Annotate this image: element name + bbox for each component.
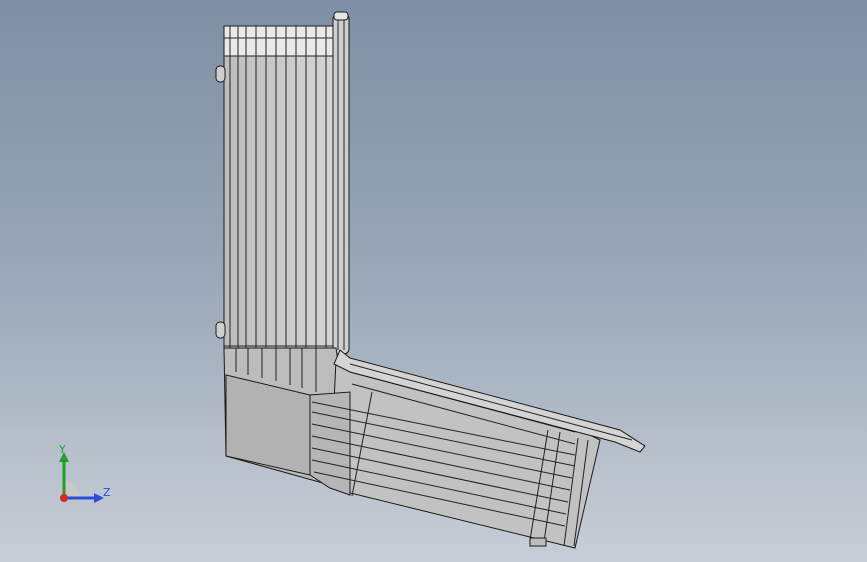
model-view[interactable] <box>0 0 867 562</box>
y-axis-label: Y <box>58 443 66 456</box>
angled-leg <box>309 349 646 549</box>
z-axis-label: Z <box>103 486 111 499</box>
x-axis-origin-dot <box>60 494 68 502</box>
vertical-leg <box>215 25 337 349</box>
axis-triad: Y Z <box>58 443 111 503</box>
graphics-viewport[interactable]: Y Z <box>0 0 867 562</box>
vertical-rail <box>332 11 350 355</box>
